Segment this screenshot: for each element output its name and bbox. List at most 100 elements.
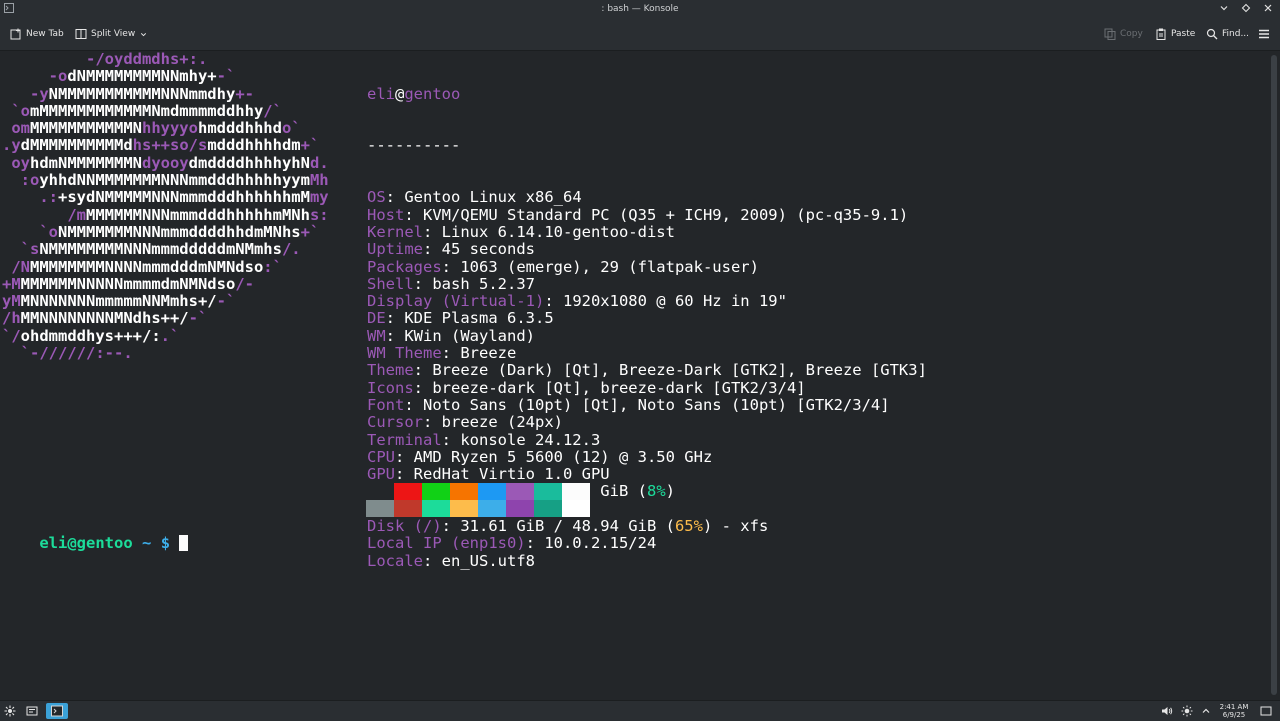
logo-segment: +` [300, 222, 320, 241]
logo-segment: dmddddhhhhyhN [188, 153, 310, 172]
paste-button[interactable]: Paste [1155, 26, 1195, 42]
palette-swatch [366, 500, 394, 517]
find-button[interactable]: Find... [1206, 26, 1249, 42]
maximize-button[interactable] [1240, 2, 1252, 14]
info-line: Kernel: Linux 6.14.10-gentoo-dist [367, 222, 675, 241]
terminal-view[interactable]: -/oyddmdhs+:. -odNMMMMMMMMNNmhy+-` -yNMM… [0, 50, 1268, 700]
info-value-tail: ) - xfs [702, 517, 769, 536]
logo-segment: :o [2, 171, 40, 190]
info-value: konsole 24.12.3 [460, 430, 601, 449]
split-view-button[interactable]: Split View [75, 26, 148, 42]
info-key: Font [367, 395, 405, 414]
volume-icon[interactable] [1160, 704, 1174, 718]
logo-segment: /. [281, 240, 301, 259]
logo-line: /hMMNNNNNNNNMNdhs++/-` [2, 310, 329, 327]
search-icon [1206, 28, 1218, 40]
info-line: OS: Gentoo Linux x86_64 [367, 188, 582, 207]
info-key: Theme [367, 361, 414, 380]
logo-segment: .y [2, 136, 21, 155]
info-value: Gentoo Linux x86_64 [404, 188, 582, 207]
logo-line: -/oyddmdhs+:. [2, 50, 329, 68]
new-tab-label: New Tab [26, 29, 64, 39]
new-tab-button[interactable]: New Tab [10, 26, 64, 42]
hamburger-menu-button[interactable] [1258, 26, 1270, 42]
logo-segment: -/oyddmdhs+:. [2, 50, 208, 68]
info-value: Breeze (Dark) [Qt], Breeze-Dark [GTK2], … [432, 361, 927, 380]
info-value: bash 5.2.37 [432, 274, 535, 293]
logo-segment: -` [216, 67, 236, 86]
logo-segment: ohdmmddhys+++/: [20, 326, 161, 345]
info-key: Packages [367, 257, 442, 276]
new-tab-icon [10, 28, 21, 40]
logo-segment: MNNNNNNNmmmmmNNMmhs+/ [20, 292, 217, 311]
logo-segment: -y [2, 84, 49, 103]
info-value: 1063 (emerge), 29 (flatpak-user) [460, 257, 759, 276]
logo-segment: hhyyyo [141, 119, 198, 138]
split-view-icon [75, 29, 87, 39]
logo-line: /NMMMMMMMMNNNNmmmdddmNMNdso:` [2, 257, 329, 276]
split-view-label: Split View [91, 29, 136, 39]
fastfetch-info: eli@gentoo ---------- OS: Gentoo Linux x… [367, 51, 927, 605]
info-key: Disk (/) [367, 517, 442, 536]
info-value: 10.0.2.15/24 [544, 534, 657, 553]
digital-clock[interactable]: 2:41 AM 6/9/25 [1218, 703, 1250, 719]
info-key: Display (Virtual-1) [367, 292, 545, 311]
info-separator: ---------- [367, 136, 461, 155]
info-line: Local IP (enp1s0): 10.0.2.15/24 [367, 534, 657, 553]
info-header-user: eli [367, 84, 395, 103]
logo-segment: .` [160, 326, 180, 345]
paste-label: Paste [1171, 29, 1196, 39]
hamburger-menu-icon [1259, 29, 1269, 39]
brightness-icon[interactable] [1180, 704, 1194, 718]
logo-segment: .: [2, 188, 58, 207]
logo-line: `sNMMMMMMMMNNNmmmdddddmNMmhs/. [2, 241, 329, 258]
logo-line: .ydMMMMMMMMMMdhs++so/smdddhhhhdm+` [2, 137, 329, 154]
info-line: Theme: Breeze (Dark) [Qt], Breeze-Dark [… [367, 361, 927, 380]
logo-segment: NMMMMMMMMMMMNNNmmdhy [48, 84, 236, 103]
info-key: GPU [367, 465, 395, 484]
info-line: Cursor: breeze (24px) [367, 413, 563, 432]
find-label: Find... [1222, 29, 1250, 39]
info-value: KWin (Wayland) [404, 326, 535, 345]
logo-segment: /` [263, 101, 282, 120]
logo-line: oyhdmNMMMMMMMNdyooydmddddhhhhyhNd. [2, 153, 328, 172]
chevron-up-icon[interactable] [1199, 704, 1213, 718]
taskbar-konsole[interactable] [46, 703, 68, 719]
window-title: : bash — Konsole [601, 4, 679, 14]
scrollbar-track[interactable] [1271, 55, 1277, 695]
logo-segment: /N [2, 257, 30, 276]
info-value: breeze (24px) [441, 413, 563, 432]
show-desktop-icon[interactable] [1259, 704, 1273, 718]
palette-swatch [506, 483, 534, 500]
info-key: Terminal [367, 430, 442, 449]
logo-segment: hs++so/s [132, 136, 208, 155]
logo-segment: +M [2, 274, 21, 293]
konsole-toolbar: New Tab Split View Copy Paste Find... [0, 18, 1280, 51]
minimize-button[interactable] [1218, 2, 1230, 14]
info-value-tail: ) [665, 482, 675, 501]
info-key: WM [367, 326, 386, 345]
info-line: Font: Noto Sans (10pt) [Qt], Noto Sans (… [367, 395, 890, 414]
terminal-scrollbar[interactable] [1268, 51, 1280, 700]
logo-line: +MMMMMMMNNNNNmmmmdmNMNdso/- [2, 274, 329, 293]
logo-segment: +- [235, 84, 254, 103]
close-button[interactable] [1262, 2, 1274, 14]
info-key: Local IP (enp1s0) [367, 534, 526, 553]
info-value: 45 seconds [441, 240, 535, 259]
logo-segment: `-//////:--. [2, 344, 133, 363]
info-key: DE [367, 309, 386, 328]
palette-swatch [450, 500, 478, 517]
palette-swatch [562, 483, 590, 500]
copy-button[interactable]: Copy [1104, 26, 1143, 42]
logo-segment: hdmNMMMMMMMN [30, 153, 142, 172]
info-value: RedHat Virtio 1.0 GPU [413, 465, 610, 484]
task-manager-button[interactable] [24, 703, 40, 719]
app-launcher-button[interactable] [2, 703, 18, 719]
logo-line: `-//////:--. [2, 344, 329, 363]
shell-prompt[interactable]: eli@gentoo ~ $ [2, 518, 189, 570]
window-titlebar[interactable]: : bash — Konsole [0, 0, 1280, 18]
info-key: Shell [367, 274, 414, 293]
logo-segment: MMMMMMNNNNNmmmmdmNMNdso [20, 274, 236, 293]
info-key: CPU [367, 447, 395, 466]
logo-segment: /m [2, 205, 86, 224]
